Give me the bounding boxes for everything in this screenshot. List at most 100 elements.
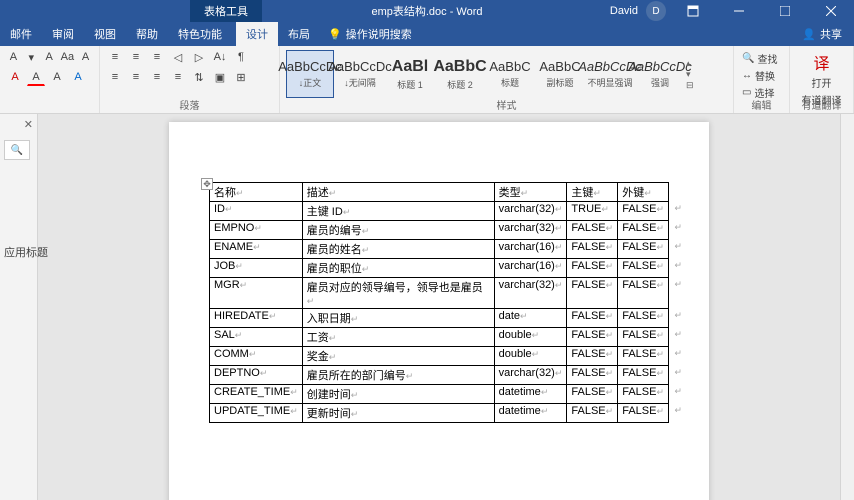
table-cell[interactable]: double↵ bbox=[494, 328, 567, 347]
table-cell[interactable]: JOB↵ bbox=[210, 259, 303, 278]
tab-view[interactable]: 视图 bbox=[84, 22, 126, 46]
decrease-indent-button[interactable]: ◁ bbox=[169, 48, 187, 66]
sort-button[interactable]: A↓ bbox=[211, 48, 229, 66]
table-cell[interactable]: FALSE↵↵ bbox=[618, 278, 669, 309]
table-cell[interactable]: 雇员对应的领导编号，领导也是雇员↵ bbox=[302, 278, 494, 309]
replace-button[interactable]: ↔替换 bbox=[742, 67, 781, 84]
data-table[interactable]: 名称↵描述↵类型↵主键↵外键↵ID↵主键 ID↵varchar(32)↵TRUE… bbox=[209, 182, 669, 423]
close-button[interactable] bbox=[812, 0, 850, 22]
styles-gallery[interactable]: AaBbCcDc↓正文AaBbCcDc↓无间隔AaBl标题 1AaBbC标题 2… bbox=[286, 48, 727, 100]
style-item[interactable]: AaBbCcDc↓无间隔 bbox=[336, 50, 384, 98]
table-cell[interactable]: ENAME↵ bbox=[210, 240, 303, 259]
table-row[interactable]: ENAME↵雇员的姓名↵varchar(16)↵FALSE↵FALSE↵↵ bbox=[210, 240, 669, 259]
table-cell[interactable]: 雇员所在的部门编号↵ bbox=[302, 366, 494, 385]
table-cell[interactable]: 更新时间↵ bbox=[302, 404, 494, 423]
table-cell[interactable]: UPDATE_TIME↵ bbox=[210, 404, 303, 423]
table-cell[interactable]: FALSE↵↵ bbox=[618, 221, 669, 240]
table-cell[interactable]: varchar(32)↵ bbox=[494, 366, 567, 385]
table-row[interactable]: EMPNO↵雇员的编号↵varchar(32)↵FALSE↵FALSE↵↵ bbox=[210, 221, 669, 240]
table-row[interactable]: ID↵主键 ID↵varchar(32)↵TRUE↵FALSE↵↵ bbox=[210, 202, 669, 221]
tab-mail[interactable]: 邮件 bbox=[0, 22, 42, 46]
style-item[interactable]: AaBbC标题 bbox=[486, 50, 534, 98]
table-cell[interactable]: 工资↵ bbox=[302, 328, 494, 347]
align-left-button[interactable]: ≡ bbox=[106, 68, 124, 86]
table-row[interactable]: SAL↵工资↵double↵FALSE↵FALSE↵↵ bbox=[210, 328, 669, 347]
table-cell[interactable]: 奖金↵ bbox=[302, 347, 494, 366]
table-row[interactable]: DEPTNO↵雇员所在的部门编号↵varchar(32)↵FALSE↵FALSE… bbox=[210, 366, 669, 385]
table-cell[interactable]: FALSE↵ bbox=[567, 309, 618, 328]
share-button[interactable]: 👤 共享 bbox=[790, 22, 854, 46]
nav-close-button[interactable]: ✕ bbox=[24, 118, 33, 131]
table-cell[interactable]: FALSE↵ bbox=[567, 278, 618, 309]
table-cell[interactable]: 创建时间↵ bbox=[302, 385, 494, 404]
table-cell[interactable]: COMM↵ bbox=[210, 347, 303, 366]
borders-button[interactable]: ⊞ bbox=[232, 68, 250, 86]
table-cell[interactable]: FALSE↵ bbox=[567, 328, 618, 347]
table-cell[interactable]: SAL↵ bbox=[210, 328, 303, 347]
styles-more-button[interactable]: ▴▾⊟ bbox=[686, 58, 700, 91]
table-cell[interactable]: TRUE↵ bbox=[567, 202, 618, 221]
table-cell[interactable]: FALSE↵↵ bbox=[618, 259, 669, 278]
table-cell[interactable]: FALSE↵ bbox=[567, 385, 618, 404]
table-cell[interactable]: MGR↵ bbox=[210, 278, 303, 309]
grow-font-button[interactable]: A bbox=[42, 48, 57, 66]
table-row[interactable]: HIREDATE↵入职日期↵date↵FALSE↵FALSE↵↵ bbox=[210, 309, 669, 328]
multilevel-button[interactable]: ≡ bbox=[148, 48, 166, 66]
table-cell[interactable]: varchar(16)↵ bbox=[494, 259, 567, 278]
user-name[interactable]: David bbox=[610, 5, 638, 17]
ribbon-display-button[interactable] bbox=[674, 0, 712, 22]
table-header-cell[interactable]: 主键↵ bbox=[567, 183, 618, 202]
document-area[interactable]: ✥ 名称↵描述↵类型↵主键↵外键↵ID↵主键 ID↵varchar(32)↵TR… bbox=[38, 114, 840, 500]
table-cell[interactable]: HIREDATE↵ bbox=[210, 309, 303, 328]
style-item[interactable]: AaBbC副标题 bbox=[536, 50, 584, 98]
table-cell[interactable]: FALSE↵↵ bbox=[618, 240, 669, 259]
table-cell[interactable]: varchar(32)↵ bbox=[494, 278, 567, 309]
table-cell[interactable]: FALSE↵↵ bbox=[618, 309, 669, 328]
minimize-button[interactable] bbox=[720, 0, 758, 22]
table-cell[interactable]: FALSE↵ bbox=[567, 240, 618, 259]
char-border-button[interactable]: A bbox=[69, 68, 87, 86]
table-row[interactable]: UPDATE_TIME↵更新时间↵datetime↵FALSE↵FALSE↵↵ bbox=[210, 404, 669, 423]
style-item[interactable]: AaBl标题 1 bbox=[386, 50, 434, 98]
phonetic-button[interactable]: Aa bbox=[60, 48, 75, 66]
table-row[interactable]: MGR↵雇员对应的领导编号，领导也是雇员↵varchar(32)↵FALSE↵F… bbox=[210, 278, 669, 309]
increase-indent-button[interactable]: ▷ bbox=[190, 48, 208, 66]
table-cell[interactable]: FALSE↵↵ bbox=[618, 328, 669, 347]
shading-button[interactable]: ▣ bbox=[211, 68, 229, 86]
table-cell[interactable]: varchar(32)↵ bbox=[494, 221, 567, 240]
table-cell[interactable]: 入职日期↵ bbox=[302, 309, 494, 328]
table-row[interactable]: CREATE_TIME↵创建时间↵datetime↵FALSE↵FALSE↵↵ bbox=[210, 385, 669, 404]
style-item[interactable]: AaBbCcDc不明显强调 bbox=[586, 50, 634, 98]
table-cell[interactable]: varchar(16)↵ bbox=[494, 240, 567, 259]
table-cell[interactable]: FALSE↵ bbox=[567, 259, 618, 278]
table-cell[interactable]: EMPNO↵ bbox=[210, 221, 303, 240]
table-cell[interactable]: 雇员的姓名↵ bbox=[302, 240, 494, 259]
table-cell[interactable]: FALSE↵ bbox=[567, 347, 618, 366]
tab-help[interactable]: 帮助 bbox=[126, 22, 168, 46]
bold-button[interactable]: A bbox=[6, 48, 21, 66]
justify-button[interactable]: ≡ bbox=[169, 68, 187, 86]
table-cell[interactable]: datetime↵ bbox=[494, 385, 567, 404]
align-right-button[interactable]: ≡ bbox=[148, 68, 166, 86]
line-spacing-button[interactable]: ⇅ bbox=[190, 68, 208, 86]
table-header-cell[interactable]: 名称↵ bbox=[210, 183, 303, 202]
tab-design[interactable]: 设计 bbox=[236, 22, 278, 46]
table-cell[interactable]: datetime↵ bbox=[494, 404, 567, 423]
table-cell[interactable]: FALSE↵↵ bbox=[618, 404, 669, 423]
table-cell[interactable]: 雇员的编号↵ bbox=[302, 221, 494, 240]
table-row[interactable]: COMM↵奖金↵double↵FALSE↵FALSE↵↵ bbox=[210, 347, 669, 366]
table-row[interactable]: JOB↵雇员的职位↵varchar(16)↵FALSE↵FALSE↵↵ bbox=[210, 259, 669, 278]
nav-search-input[interactable]: 🔍 bbox=[4, 140, 30, 160]
font-color-button[interactable]: A bbox=[27, 68, 45, 86]
table-cell[interactable]: varchar(32)↵ bbox=[494, 202, 567, 221]
table-cell[interactable]: CREATE_TIME↵ bbox=[210, 385, 303, 404]
numbering-button[interactable]: ≡ bbox=[127, 48, 145, 66]
table-cell[interactable]: FALSE↵↵ bbox=[618, 366, 669, 385]
tab-special[interactable]: 特色功能 bbox=[168, 22, 232, 46]
table-header-cell[interactable]: 外键↵ bbox=[618, 183, 669, 202]
enclose-button[interactable]: A bbox=[78, 48, 93, 66]
table-cell[interactable]: 雇员的职位↵ bbox=[302, 259, 494, 278]
table-header-cell[interactable]: 描述↵ bbox=[302, 183, 494, 202]
style-item[interactable]: AaBbCcDc强调 bbox=[636, 50, 684, 98]
style-item[interactable]: AaBbC标题 2 bbox=[436, 50, 484, 98]
